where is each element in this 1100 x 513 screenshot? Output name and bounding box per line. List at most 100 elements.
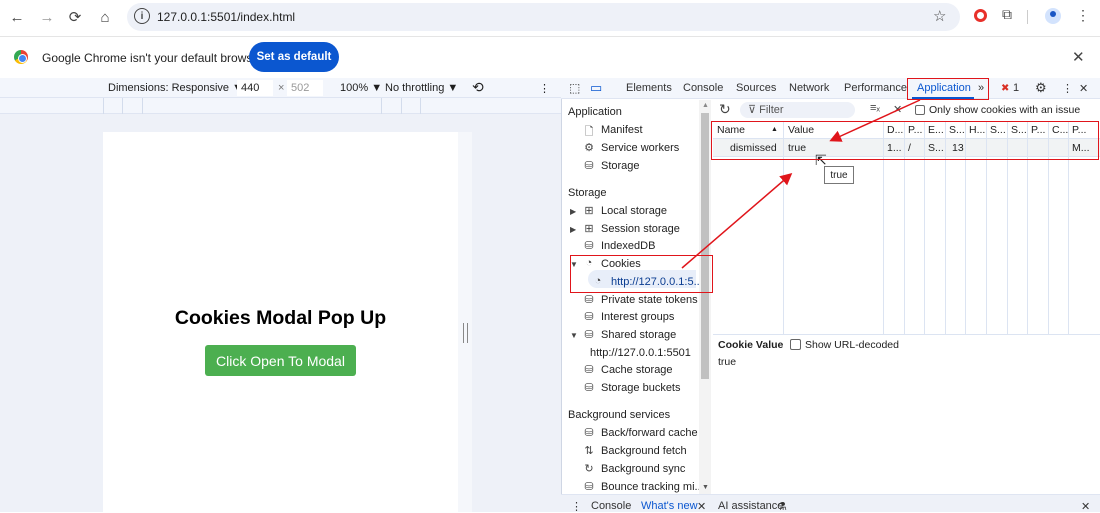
filter-funnel-icon: ⊽ bbox=[748, 104, 760, 116]
devtools-menu-icon[interactable]: ⋮ bbox=[1062, 82, 1073, 95]
viewport-resize-handle[interactable] bbox=[463, 323, 468, 343]
service-workers-gear-icon: ⚙ bbox=[584, 142, 594, 154]
ruler-tick bbox=[381, 98, 382, 114]
infobar-close-icon[interactable]: ✕ bbox=[1072, 48, 1085, 66]
bookmark-star-icon[interactable]: ☆ bbox=[933, 7, 946, 25]
zoom-dropdown[interactable]: 100% ▼ bbox=[340, 82, 382, 94]
settings-gear-icon[interactable]: ⚙ bbox=[1035, 80, 1047, 96]
site-info-icon[interactable]: i bbox=[134, 8, 150, 24]
tab-network[interactable]: Network bbox=[789, 82, 829, 94]
sidebar-item-background-sync[interactable]: Background sync bbox=[601, 463, 685, 475]
dimensions-dropdown[interactable]: Dimensions: Responsive ▼ bbox=[108, 82, 243, 94]
database-icon: ⛁ bbox=[584, 329, 594, 341]
tab-sources[interactable]: Sources bbox=[736, 82, 776, 94]
rotate-icon[interactable]: ⟲ bbox=[472, 79, 484, 96]
sidebar-item-storage-buckets[interactable]: Storage buckets bbox=[601, 382, 681, 394]
device-toolbar-menu-icon[interactable]: ⋮ bbox=[539, 82, 550, 95]
annotation-box-cookie-row bbox=[711, 121, 1099, 160]
only-issues-checkbox[interactable] bbox=[915, 105, 925, 115]
sidebar-item-background-fetch[interactable]: Background fetch bbox=[601, 445, 687, 457]
sidebar-item-shared-storage[interactable]: Shared storage bbox=[601, 329, 676, 341]
open-modal-button[interactable]: Click Open To Modal bbox=[205, 345, 356, 376]
scroll-up-arrow-icon[interactable]: ▲ bbox=[702, 102, 709, 109]
inspect-element-icon[interactable]: ⬚ bbox=[569, 81, 580, 95]
reload-button[interactable]: ⟳ bbox=[64, 6, 86, 28]
database-icon: ⛁ bbox=[584, 382, 594, 394]
tab-console[interactable]: Console bbox=[683, 82, 723, 94]
database-icon: ⛁ bbox=[584, 481, 594, 493]
database-icon: ⛁ bbox=[584, 311, 594, 323]
ruler-tick bbox=[401, 98, 402, 114]
home-button[interactable]: ⌂ bbox=[94, 6, 116, 28]
drawer-menu-icon[interactable]: ⋮ bbox=[571, 500, 582, 513]
forward-arrow-icon: → bbox=[39, 8, 55, 26]
back-arrow-icon: ← bbox=[9, 8, 25, 26]
width-input[interactable]: 440 bbox=[237, 80, 273, 96]
sidebar-item-cache-storage[interactable]: Cache storage bbox=[601, 364, 673, 376]
sidebar-item-local-storage[interactable]: Local storage bbox=[601, 205, 667, 217]
sidebar-item-indexeddb[interactable]: IndexedDB bbox=[601, 240, 655, 252]
reload-icon: ⟳ bbox=[68, 9, 82, 26]
table-grid-icon: ⊞ bbox=[584, 205, 594, 217]
chrome-logo-icon bbox=[14, 50, 28, 64]
forward-button[interactable]: → bbox=[36, 6, 58, 28]
sidebar-item-session-storage[interactable]: Session storage bbox=[601, 223, 680, 235]
storage-database-icon: ⛁ bbox=[584, 160, 594, 172]
cookie-value-text: true bbox=[718, 356, 737, 368]
devtools-close-icon[interactable]: ✕ bbox=[1079, 82, 1088, 95]
only-issues-label: Only show cookies with an issue bbox=[929, 104, 1081, 116]
sidebar-item-private-state-tokens[interactable]: Private state tokens bbox=[601, 294, 698, 306]
scroll-down-arrow-icon[interactable]: ▼ bbox=[702, 484, 709, 491]
value-tooltip: true bbox=[824, 166, 854, 184]
drawer-tab-whats-new[interactable]: What's new bbox=[641, 500, 698, 512]
throttling-dropdown[interactable]: No throttling ▼ bbox=[385, 82, 458, 94]
sidebar-item-storage[interactable]: Storage bbox=[601, 160, 640, 172]
page-heading: Cookies Modal Pop Up bbox=[174, 307, 387, 329]
show-url-decoded-checkbox[interactable] bbox=[790, 339, 801, 350]
media-query-ruler[interactable] bbox=[0, 98, 561, 114]
ruler-tick bbox=[122, 98, 123, 114]
annotation-box-cookies-item bbox=[570, 255, 713, 293]
dimension-separator: × bbox=[278, 82, 285, 94]
delete-selected-icon[interactable]: ✕ bbox=[893, 103, 902, 116]
drawer-tab-console[interactable]: Console bbox=[591, 500, 631, 512]
device-toggle-icon[interactable]: ▭ bbox=[590, 80, 602, 96]
sidebar-item-service-workers[interactable]: Service workers bbox=[601, 142, 679, 154]
url-text[interactable]: 127.0.0.1:5501/index.html bbox=[157, 10, 295, 24]
sidebar-section-storage: Storage bbox=[568, 187, 607, 199]
sidebar-item-manifest[interactable]: Manifest bbox=[601, 124, 643, 136]
opera-extension-icon[interactable] bbox=[974, 9, 987, 22]
sidebar-item-back-forward-cache[interactable]: Back/forward cache bbox=[601, 427, 698, 439]
clear-all-icon[interactable]: ≡ₓ bbox=[870, 102, 880, 114]
error-count[interactable]: 1 bbox=[1013, 82, 1019, 94]
table-grid-icon: ⊞ bbox=[584, 223, 594, 235]
show-url-decoded-label: Show URL-decoded bbox=[805, 339, 899, 351]
collapse-arrow-icon[interactable]: ▼ bbox=[570, 331, 578, 340]
sidebar-item-shared-storage-origin[interactable]: http://127.0.0.1:5501 bbox=[590, 347, 691, 359]
expand-arrow-icon[interactable]: ▶ bbox=[570, 207, 576, 216]
sidebar-item-bounce-tracking[interactable]: Bounce tracking mi... bbox=[601, 481, 704, 493]
error-icon[interactable]: ✖ bbox=[1001, 83, 1009, 94]
drawer-close-icon[interactable]: ✕ bbox=[1081, 500, 1090, 513]
database-icon: ⛁ bbox=[584, 427, 594, 439]
tab-elements[interactable]: Elements bbox=[626, 82, 672, 94]
expand-arrow-icon[interactable]: ▶ bbox=[570, 225, 576, 234]
drawer-tab-close-icon[interactable]: ✕ bbox=[697, 500, 706, 513]
cookie-value-label: Cookie Value bbox=[718, 339, 784, 351]
extensions-puzzle-icon[interactable]: ⧉ bbox=[1002, 6, 1012, 23]
cookie-filter-input[interactable]: ⊽ Filter bbox=[740, 102, 855, 118]
height-input[interactable]: 502 bbox=[287, 80, 323, 96]
chrome-menu-icon[interactable]: ⋮ bbox=[1076, 7, 1090, 24]
profile-avatar-icon[interactable] bbox=[1045, 8, 1061, 24]
tab-performance[interactable]: Performance bbox=[844, 82, 907, 94]
set-as-default-button[interactable]: Set as default bbox=[249, 42, 339, 72]
sidebar-scrollbar-thumb[interactable] bbox=[701, 113, 709, 379]
back-button[interactable]: ← bbox=[6, 6, 28, 28]
panel-divider[interactable] bbox=[713, 334, 1100, 335]
refresh-icon[interactable]: ↻ bbox=[719, 101, 731, 118]
sidebar-item-interest-groups[interactable]: Interest groups bbox=[601, 311, 674, 323]
drawer-tab-ai-assistance[interactable]: AI assistance bbox=[718, 500, 783, 512]
manifest-file-icon: 🗋 bbox=[584, 126, 594, 138]
annotation-box-application-tab bbox=[907, 78, 989, 100]
ruler-tick bbox=[420, 98, 421, 114]
